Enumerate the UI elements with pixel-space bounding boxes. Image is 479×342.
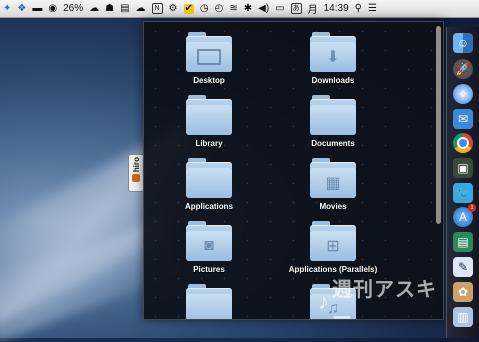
stack-item-downloads[interactable]: ⬇ Downloads <box>268 32 398 85</box>
photo-booth-icon[interactable]: ▣ <box>453 158 473 178</box>
stack-item-folder[interactable] <box>144 284 274 319</box>
compass-icon[interactable]: ◉ <box>45 0 60 17</box>
cloud-icon[interactable]: ☁ <box>86 0 102 17</box>
watermark-text: 週刊アスキー <box>332 279 437 330</box>
folder-icon <box>186 284 232 319</box>
library-folder-icon <box>186 95 232 135</box>
input-method[interactable]: あ <box>288 0 305 17</box>
pictures-folder-icon: ◙ <box>186 221 232 261</box>
twitter-icon[interactable]: 🐦 <box>453 183 473 203</box>
launchpad-icon[interactable]: 🚀 <box>453 59 473 79</box>
side-tab[interactable]: hiro <box>128 154 144 192</box>
battery-icon[interactable]: ▭ <box>272 0 287 17</box>
stack-item-movies[interactable]: ▦ Movies <box>268 158 398 211</box>
gear-icon[interactable]: ⚙ <box>166 0 181 17</box>
volume-icon[interactable]: ◀) <box>255 0 272 17</box>
clock[interactable]: 14:39 <box>321 0 352 17</box>
stack-item-label: Library <box>195 139 223 148</box>
documents-folder-icon <box>310 95 356 135</box>
notification-badge: 1 <box>468 204 476 212</box>
stack-item-library[interactable]: Library <box>144 95 274 148</box>
app-store-icon[interactable]: A1 <box>453 204 476 227</box>
menu-bar: ✦ ❖ ▬ ◉ 26% ☁ ☗ ▤ ☁ N ⚙ ✔ ◷ ◴ ≋ ✱ ◀) ▭ あ… <box>0 0 479 18</box>
applications-folder-icon <box>186 158 232 198</box>
dropbox-icon[interactable]: ❖ <box>14 0 29 17</box>
desktop-folder-icon <box>186 32 232 72</box>
textedit-icon[interactable]: ✎ <box>453 257 473 277</box>
stack-item-desktop[interactable]: Desktop <box>144 32 274 85</box>
stack-item-documents[interactable]: Documents <box>268 95 398 148</box>
notification-center-icon[interactable]: ☰ <box>365 0 380 17</box>
chrome-icon[interactable] <box>453 133 473 153</box>
stack-item-label: Desktop <box>193 76 225 85</box>
bluetooth-status-icon[interactable]: ✱ <box>241 0 255 17</box>
dock: ☺ 🚀 ✧ ✉ ▣ 🐦 A1 ▤ ✎ ✿ ▥ <box>446 27 479 338</box>
preview-icon[interactable]: ▤ <box>453 232 473 252</box>
photos-icon[interactable]: ✿ <box>453 282 473 302</box>
stack-item-label: Movies <box>319 202 347 211</box>
app-icon[interactable]: ☗ <box>102 0 117 17</box>
scrollbar[interactable] <box>436 26 441 224</box>
music-note-icon: ♪ <box>318 289 330 314</box>
spotlight-icon[interactable]: ⚲ <box>352 0 365 17</box>
parallels-folder-icon: ⊞ <box>310 221 356 261</box>
wifi-icon[interactable]: ≋ <box>226 0 240 17</box>
terminal-icon[interactable]: ▥ <box>453 307 473 327</box>
stack-item-label: Pictures <box>193 265 225 274</box>
input-method-label: あ <box>290 3 302 14</box>
battery-percent[interactable]: 26% <box>60 0 86 17</box>
time-label: 14:39 <box>323 3 349 14</box>
day-text: 月 <box>307 5 318 16</box>
user-icon <box>132 174 140 183</box>
stack-item-label: Downloads <box>311 76 355 85</box>
stack-item-label: Documents <box>311 139 355 148</box>
tool-icon[interactable]: ▬ <box>29 0 45 17</box>
mail-icon[interactable]: ✉ <box>453 109 473 129</box>
downloads-folder-icon: ⬇ <box>310 32 356 72</box>
stack-item-applications-parallels[interactable]: ⊞ Applications (Parallels) <box>268 221 398 274</box>
watermark: ♪ 週刊アスキー <box>318 279 443 330</box>
clock-icon[interactable]: ◷ <box>197 0 212 17</box>
side-tab-label: hiro <box>131 157 141 173</box>
safari-icon[interactable]: ✧ <box>453 84 473 104</box>
movies-folder-icon: ▦ <box>310 158 356 198</box>
checkmark-icon[interactable]: ✔ <box>181 0 197 17</box>
cloud-outline-icon[interactable]: ☁ <box>133 0 149 17</box>
stack-item-pictures[interactable]: ◙ Pictures <box>144 221 274 274</box>
day-label: 月 <box>305 0 321 17</box>
bluetooth-icon[interactable]: ✦ <box>0 0 14 17</box>
notes-icon[interactable]: ▤ <box>117 0 132 17</box>
stack-item-applications[interactable]: Applications <box>144 158 274 211</box>
finder-icon[interactable]: ☺ <box>453 33 473 53</box>
stack-item-label: Applications <box>184 202 233 211</box>
notification-icon[interactable]: N <box>149 0 166 17</box>
battery-percent-label: 26% <box>63 3 84 14</box>
timemachine-icon[interactable]: ◴ <box>212 0 227 17</box>
